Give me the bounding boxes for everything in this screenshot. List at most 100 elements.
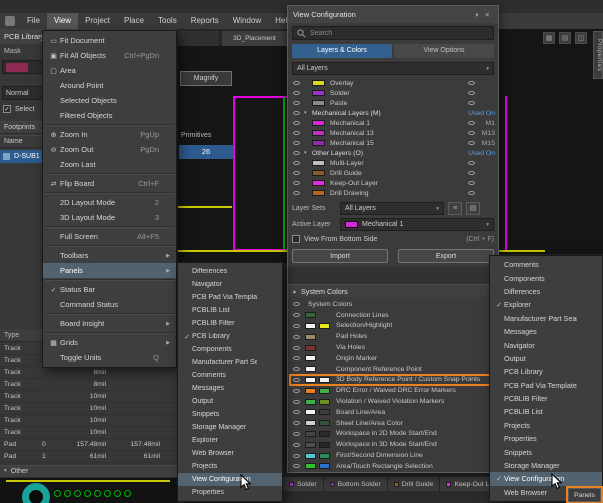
visibility-eye-icon[interactable] xyxy=(293,389,300,393)
system-color-row[interactable]: Component Reference Point xyxy=(290,364,498,375)
color-swatch-primary[interactable] xyxy=(305,420,316,426)
menu-item[interactable]: Messages xyxy=(490,325,602,338)
system-color-row[interactable]: Connection Lines xyxy=(290,310,498,321)
system-color-row[interactable]: System Colors xyxy=(290,299,498,310)
single-layer-eye-icon[interactable] xyxy=(468,181,475,185)
color-swatch-primary[interactable] xyxy=(305,399,316,405)
import-button[interactable]: Import xyxy=(292,249,388,263)
visibility-eye-icon[interactable] xyxy=(293,410,300,414)
color-swatch-secondary[interactable] xyxy=(319,388,330,394)
menu-item[interactable]: ▢ Area xyxy=(43,63,176,78)
select-checkbox[interactable]: ✓ Select xyxy=(3,105,34,113)
primitive-row[interactable]: Track 10mil xyxy=(0,391,178,403)
system-color-row[interactable]: Board Line/Area xyxy=(290,407,498,418)
color-swatch-secondary[interactable] xyxy=(319,377,330,383)
menu-item[interactable]: 3D Layout Mode 3 xyxy=(43,210,176,225)
group-expand-icon[interactable]: ▾ xyxy=(304,110,312,116)
menubar-item[interactable]: Reports xyxy=(184,13,226,29)
color-swatch-primary[interactable] xyxy=(305,366,316,372)
layer-row[interactable]: ▾ Mechanical Layers (M) Used On xyxy=(290,108,498,118)
panel-menu-icon[interactable]: ▾ xyxy=(472,11,481,19)
single-layer-eye-icon[interactable] xyxy=(468,161,475,165)
menu-item[interactable]: Components xyxy=(490,271,602,284)
color-swatch-secondary[interactable] xyxy=(319,409,330,415)
menubar-item[interactable]: Project xyxy=(78,13,117,29)
app-icon[interactable] xyxy=(5,16,15,26)
visibility-eye-icon[interactable] xyxy=(293,464,300,468)
menu-item[interactable]: Comments xyxy=(490,258,602,271)
visibility-eye-icon[interactable] xyxy=(293,151,300,155)
system-color-row[interactable]: Pad Holes xyxy=(290,331,498,342)
visibility-eye-icon[interactable] xyxy=(293,313,300,317)
menu-item[interactable]: Storage Manager xyxy=(178,421,282,434)
visibility-eye-icon[interactable] xyxy=(293,421,300,425)
layer-row[interactable]: ▾ Other Layers (O) Used On xyxy=(290,148,498,158)
color-swatch-primary[interactable] xyxy=(305,442,316,448)
system-color-row[interactable]: 3D Body Reference Point / Custom Snap Po… xyxy=(290,375,498,386)
single-layer-eye-icon[interactable] xyxy=(468,101,475,105)
magnify-button[interactable]: Magnify xyxy=(180,71,232,86)
search-box[interactable] xyxy=(292,26,494,40)
layer-sets-dropdown[interactable]: All Layers ▾ xyxy=(340,202,444,215)
menubar-item[interactable]: Window xyxy=(226,13,268,29)
footprint-preview[interactable] xyxy=(0,478,178,503)
primitive-row[interactable]: Track 10mil xyxy=(0,415,178,427)
single-layer-eye-icon[interactable] xyxy=(468,121,475,125)
menu-item[interactable]: Properties xyxy=(178,486,282,499)
rows-toolbar-icon[interactable]: ▤ xyxy=(559,32,571,44)
color-swatch-primary[interactable] xyxy=(305,334,316,340)
color-swatch-primary[interactable] xyxy=(305,377,316,383)
view-from-bottom-checkbox[interactable] xyxy=(292,235,300,243)
menu-item[interactable]: ✓ PCB Library xyxy=(178,330,282,343)
system-color-row[interactable]: Selection/Highlight xyxy=(290,321,498,332)
menu-item[interactable]: Snippets xyxy=(178,408,282,421)
layer-tab[interactable]: Bottom Solder xyxy=(324,477,388,491)
layer-row[interactable]: Mechanical 13 M13 xyxy=(290,128,498,138)
menu-item[interactable]: Differences xyxy=(178,265,282,278)
system-colors-section-header[interactable]: ▴ System Colors xyxy=(288,284,498,297)
menu-item[interactable]: Navigator xyxy=(178,278,282,291)
system-color-row[interactable]: Via Holes xyxy=(290,342,498,353)
menu-item[interactable]: PCBLIB List xyxy=(490,405,602,418)
color-swatch-secondary[interactable] xyxy=(319,453,330,459)
menu-item[interactable]: Toolbars ▶ xyxy=(43,248,176,263)
menu-item[interactable]: Properties xyxy=(490,432,602,445)
system-color-row[interactable]: Origin Marker xyxy=(290,353,498,364)
color-swatch-primary[interactable] xyxy=(305,409,316,415)
color-swatch-secondary[interactable] xyxy=(319,442,330,448)
menu-item[interactable]: Storage Manager xyxy=(490,459,602,472)
menu-item[interactable]: PCBLIB Filter xyxy=(490,392,602,405)
pcb-editor-canvas-right[interactable]: ▦ ▤ ◫ Properties xyxy=(499,29,603,254)
menu-item[interactable]: PCBLIB Filter xyxy=(178,317,282,330)
export-button[interactable]: Export xyxy=(398,249,494,263)
color-swatch-secondary[interactable] xyxy=(319,420,330,426)
color-swatch-secondary[interactable] xyxy=(319,399,330,405)
system-color-row[interactable]: First/Second Dimension Line xyxy=(290,450,498,461)
layer-row[interactable]: Multi-Layer xyxy=(290,158,498,168)
menubar-item[interactable]: Tools xyxy=(151,13,184,29)
menubar-item[interactable]: Place xyxy=(117,13,151,29)
layer-color-swatch[interactable] xyxy=(312,140,325,146)
visibility-eye-icon[interactable] xyxy=(293,454,300,458)
pcb-editor-canvas[interactable]: 3D_Placement Magnify Primitives 26 xyxy=(177,29,287,263)
menubar-item[interactable]: File xyxy=(20,13,47,29)
menu-item[interactable]: Comments xyxy=(178,369,282,382)
menu-item[interactable]: ▦ Grids ▶ xyxy=(43,335,176,350)
menu-item[interactable]: Around Point xyxy=(43,78,176,93)
layer-tab[interactable]: Solder xyxy=(283,477,324,491)
visibility-eye-icon[interactable] xyxy=(293,335,300,339)
menu-item[interactable]: Zoom Last xyxy=(43,157,176,172)
visibility-eye-icon[interactable] xyxy=(293,378,300,382)
menu-item[interactable]: Selected Objects xyxy=(43,93,176,108)
color-swatch-secondary[interactable] xyxy=(319,431,330,437)
layer-row[interactable]: Mechanical 1 M1 xyxy=(290,118,498,128)
single-layer-eye-icon[interactable] xyxy=(468,91,475,95)
tab-view-options[interactable]: View Options xyxy=(394,44,494,58)
menu-item[interactable]: ⊖ Zoom Out PgDn xyxy=(43,142,176,157)
visibility-eye-icon[interactable] xyxy=(293,443,300,447)
system-color-row[interactable]: DRC Error / Waived DRC Error Markers xyxy=(290,385,498,396)
menubar-item[interactable]: View xyxy=(47,13,78,29)
visibility-eye-icon[interactable] xyxy=(293,367,300,371)
visibility-eye-icon[interactable] xyxy=(293,400,300,404)
system-color-row[interactable]: Sheet Line/Area Color xyxy=(290,418,498,429)
